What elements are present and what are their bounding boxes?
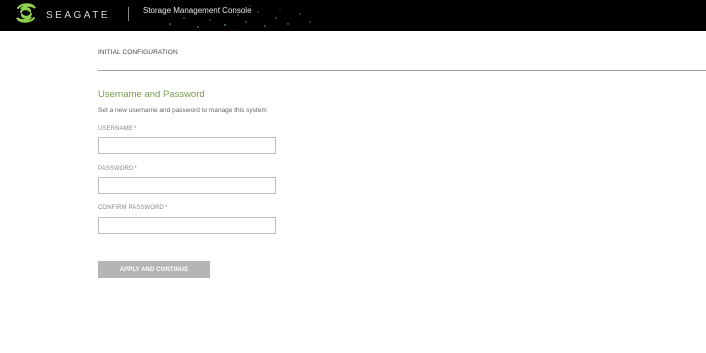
required-marker: *	[133, 126, 137, 132]
username-label: USERNAME*	[98, 126, 136, 132]
required-marker: *	[134, 166, 137, 172]
password-input[interactable]	[98, 177, 276, 194]
confirm-password-label: CONFIRM PASSWORD*	[98, 205, 167, 211]
confirm-password-label-text: CONFIRM PASSWORD	[98, 205, 164, 211]
brand-name: SEAGATE	[46, 9, 110, 21]
header-decoration	[169, 5, 311, 28]
brand-logo[interactable]: SEAGATE	[14, 2, 110, 29]
section-description: Set a new username and password to manag…	[98, 107, 267, 114]
section-title: Username and Password	[98, 89, 205, 100]
apply-and-continue-button[interactable]: APPLY AND CONTINUE	[98, 261, 210, 278]
password-label-text: PASSWORD	[98, 166, 134, 172]
username-input[interactable]	[98, 137, 276, 154]
app-title: Storage Management Console	[143, 6, 252, 15]
top-header-bar: SEAGATE Storage Management Console	[0, 0, 706, 31]
breadcrumb-divider	[98, 70, 706, 71]
seagate-swirl-icon	[14, 2, 38, 29]
header-divider	[128, 7, 129, 21]
page-breadcrumb: INITIAL CONFIGURATION	[98, 49, 178, 56]
password-label: PASSWORD*	[98, 166, 137, 172]
required-marker: *	[164, 205, 168, 211]
username-label-text: USERNAME	[98, 126, 133, 132]
confirm-password-input[interactable]	[98, 217, 276, 234]
